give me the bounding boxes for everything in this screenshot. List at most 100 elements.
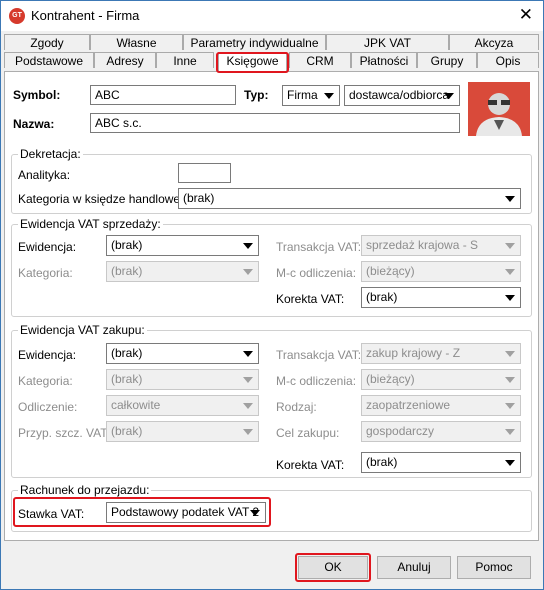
zakup-korekta-select[interactable]: (brak) (361, 452, 521, 473)
zakup-przyp-value: (brak) (111, 424, 143, 438)
zakup-transakcja-label: Transakcja VAT: (276, 348, 362, 362)
chevron-down-icon (444, 93, 454, 99)
sprzedaz-transakcja-select: sprzedaż krajowa - S (361, 235, 521, 256)
sprzedaz-ewidencja-label: Ewidencja: (18, 240, 77, 254)
zakup-przyp-select: (brak) (106, 421, 259, 442)
zakup-odliczenie-label: Odliczenie: (18, 400, 78, 414)
zakup-kategoria-value: (brak) (111, 372, 143, 386)
zakup-mc-select: (bieżący) (361, 369, 521, 390)
kategoria-ksiegi-label: Kategoria w księdze handlowej: (18, 192, 187, 206)
zakup-kategoria-label: Kategoria: (18, 374, 73, 388)
sprzedaz-ewidencja-select[interactable]: (brak) (106, 235, 259, 256)
typ-select[interactable]: Firma (282, 85, 340, 106)
zakup-korekta-value: (brak) (366, 455, 398, 469)
active-tab-highlight (216, 52, 289, 73)
zakup-cel-value: gospodarczy (366, 424, 435, 438)
chevron-down-icon (243, 351, 253, 357)
close-icon[interactable]: ✕ (519, 5, 533, 25)
zakup-odliczenie-select: całkowite (106, 395, 259, 416)
zakup-kategoria-select: (brak) (106, 369, 259, 390)
typ-value: Firma (287, 88, 318, 102)
chevron-down-icon (505, 243, 515, 249)
kategoria-ksiegi-select[interactable]: (brak) (178, 188, 521, 209)
tab-crm[interactable]: CRM (289, 52, 351, 68)
zakup-title: Ewidencja VAT zakupu: (18, 323, 147, 337)
zakup-odliczenie-value: całkowite (111, 398, 161, 412)
przejazd-title: Rachunek do przejazdu: (18, 483, 152, 497)
chevron-down-icon (505, 377, 515, 383)
chevron-down-icon (324, 93, 334, 99)
help-button[interactable]: Pomoc (457, 556, 531, 579)
sprzedaz-kategoria-value: (brak) (111, 264, 143, 278)
sprzedaz-title: Ewidencja VAT sprzedaży: (18, 217, 163, 231)
tab-zgody[interactable]: Zgody (4, 34, 90, 50)
tab-parametry[interactable]: Parametry indywidualne (183, 34, 326, 50)
chevron-down-icon (505, 429, 515, 435)
title-bar: GT Kontrahent - Firma ✕ (1, 1, 543, 31)
chevron-down-icon (505, 295, 515, 301)
chevron-down-icon (243, 269, 253, 275)
sprzedaz-kategoria-select: (brak) (106, 261, 259, 282)
tab-platnosci[interactable]: Płatności (351, 52, 417, 68)
zakup-transakcja-value: zakup krajowy - Z (366, 346, 461, 360)
sprzedaz-kategoria-label: Kategoria: (18, 266, 73, 280)
kategoria-ksiegi-value: (brak) (183, 191, 215, 205)
chevron-down-icon (505, 269, 515, 275)
zakup-ewidencja-value: (brak) (111, 346, 143, 360)
sprzedaz-korekta-label: Korekta VAT: (276, 292, 345, 306)
chevron-down-icon (505, 403, 515, 409)
analityka-label: Analityka: (18, 168, 71, 182)
chevron-down-icon (505, 196, 515, 202)
sprzedaz-transakcja-value: sprzedaż krajowa - S (366, 238, 479, 252)
tab-inne[interactable]: Inne (156, 52, 214, 68)
app-logo-icon: GT (9, 8, 25, 24)
person-icon (468, 82, 530, 136)
window-title: Kontrahent - Firma (31, 8, 140, 23)
dekretacja-title: Dekretacja: (18, 147, 83, 161)
zakup-ewidencja-label: Ewidencja: (18, 348, 77, 362)
tab-jpk-vat[interactable]: JPK VAT (326, 34, 449, 50)
sprzedaz-korekta-select[interactable]: (brak) (361, 287, 521, 308)
tab-akcyza[interactable]: Akcyza (449, 34, 539, 50)
zakup-transakcja-select: zakup krajowy - Z (361, 343, 521, 364)
tab-podstawowe[interactable]: Podstawowe (4, 52, 94, 68)
chevron-down-icon (243, 429, 253, 435)
sprzedaz-ewidencja-value: (brak) (111, 238, 143, 252)
cancel-button[interactable]: Anuluj (377, 556, 451, 579)
zakup-mc-value: (bieżący) (366, 372, 415, 386)
symbol-label: Symbol: (13, 88, 61, 102)
zakup-cel-label: Cel zakupu: (276, 426, 340, 440)
zakup-rodzaj-select: zaopatrzeniowe (361, 395, 521, 416)
zakup-rodzaj-value: zaopatrzeniowe (366, 398, 451, 412)
sprzedaz-mc-select: (bieżący) (361, 261, 521, 282)
zakup-ewidencja-select[interactable]: (brak) (106, 343, 259, 364)
zakup-mc-label: M-c odliczenia: (276, 374, 357, 388)
symbol-field[interactable]: ABC (90, 85, 236, 105)
stawka-highlight (13, 497, 271, 527)
zakup-przyp-label: Przyp. szcz. VAT: (18, 426, 110, 440)
nazwa-label: Nazwa: (13, 117, 55, 131)
role-select[interactable]: dostawca/odbiorca (344, 85, 460, 106)
nazwa-field[interactable]: ABC s.c. (90, 113, 460, 133)
sprzedaz-korekta-value: (brak) (366, 290, 398, 304)
chevron-down-icon (243, 377, 253, 383)
tab-opis[interactable]: Opis (477, 52, 539, 68)
analityka-field[interactable] (178, 163, 231, 183)
typ-label: Typ: (244, 88, 269, 102)
contractor-avatar[interactable] (468, 82, 530, 136)
ok-highlight (295, 553, 371, 582)
zakup-korekta-label: Korekta VAT: (276, 458, 345, 472)
sprzedaz-transakcja-label: Transakcja VAT: (276, 240, 362, 254)
role-value: dostawca/odbiorca (349, 88, 450, 102)
dialog-window: GT Kontrahent - Firma ✕ Zgody Własne Par… (0, 0, 544, 590)
chevron-down-icon (243, 243, 253, 249)
sprzedaz-mc-value: (bieżący) (366, 264, 415, 278)
zakup-cel-select: gospodarczy (361, 421, 521, 442)
tab-wlasne[interactable]: Własne (90, 34, 183, 50)
chevron-down-icon (243, 403, 253, 409)
zakup-rodzaj-label: Rodzaj: (276, 400, 317, 414)
chevron-down-icon (505, 351, 515, 357)
tab-grupy[interactable]: Grupy (417, 52, 477, 68)
tab-adresy[interactable]: Adresy (94, 52, 156, 68)
chevron-down-icon (505, 460, 515, 466)
